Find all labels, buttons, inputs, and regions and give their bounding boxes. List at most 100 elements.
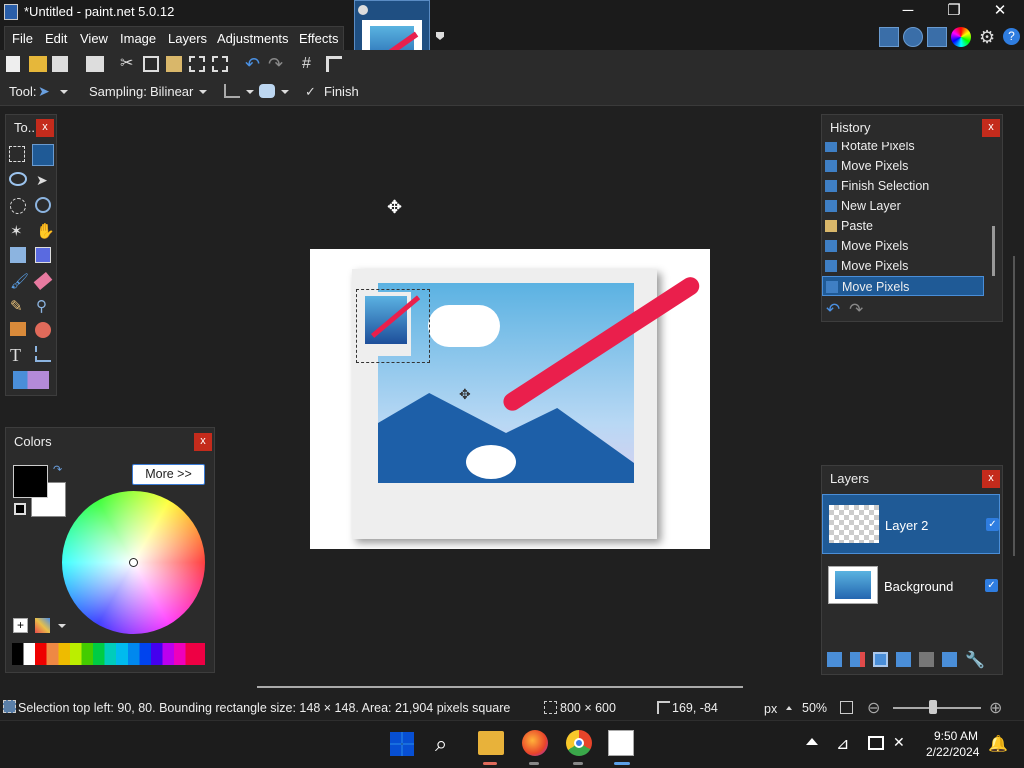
merge-layer-down-icon[interactable] [896, 652, 911, 667]
redo-icon[interactable]: ↷ [268, 55, 286, 73]
colors-panel-close-button[interactable]: x [194, 433, 212, 451]
lasso-select-tool-icon[interactable] [9, 172, 27, 186]
print-icon[interactable] [86, 56, 104, 72]
layer-visibility-checkbox[interactable]: ✓ [986, 518, 999, 531]
move-handle-icon[interactable]: ✥ [459, 387, 473, 401]
antialiasing-dropdown-icon[interactable] [246, 90, 254, 94]
new-file-icon[interactable] [6, 56, 20, 72]
pan-tool-icon[interactable]: ✋ [36, 222, 55, 240]
paint-net-taskbar-icon[interactable] [608, 730, 634, 756]
help-icon[interactable]: ? [1003, 28, 1020, 45]
clock-time[interactable]: 9:50 AM [934, 729, 978, 743]
history-undo-icon[interactable]: ↶ [826, 300, 840, 320]
notifications-bell-icon[interactable]: 🔔 [988, 734, 1008, 754]
move-selection-tool-icon[interactable]: ➤ [36, 172, 54, 190]
zoom-out-icon[interactable]: ⊖ [867, 698, 880, 718]
blend-mode-icon[interactable] [259, 84, 275, 98]
clock-date[interactable]: 2/22/2024 [926, 745, 979, 759]
delete-layer-icon[interactable] [850, 652, 865, 667]
zoom-in-icon[interactable]: ⊕ [989, 698, 1002, 718]
zoom-to-window-icon[interactable] [840, 701, 853, 714]
layer-row-background[interactable]: Background ✓ [822, 556, 1000, 616]
history-panel-close-button[interactable]: x [982, 119, 1000, 137]
image-canvas[interactable]: ✥ [310, 249, 710, 549]
history-item[interactable]: Move Pixels [822, 236, 984, 256]
zoom-slider-thumb[interactable] [929, 700, 937, 714]
primary-color-swatch[interactable] [13, 465, 48, 498]
pencil-tool-icon[interactable]: ✎ [10, 297, 28, 315]
shapes-tool-icon[interactable] [13, 371, 49, 389]
maximize-button[interactable]: ❐ [931, 0, 977, 24]
duplicate-layer-icon[interactable] [873, 652, 888, 667]
menu-effects[interactable]: Effects [299, 31, 339, 46]
file-explorer-icon[interactable] [478, 731, 504, 755]
recolor-tool-icon[interactable] [35, 322, 51, 338]
save-file-icon[interactable] [52, 56, 68, 72]
grid-icon[interactable]: # [302, 56, 320, 72]
zoom-level[interactable]: 50% [802, 701, 827, 715]
history-item[interactable]: Move Pixels [822, 256, 984, 276]
text-tool-icon[interactable]: T [10, 345, 28, 365]
menu-edit[interactable]: Edit [45, 31, 67, 46]
layer-row-layer-2[interactable]: Layer 2 ✓ [822, 494, 1000, 554]
finish-button[interactable]: Finish [324, 84, 359, 99]
display-icon[interactable] [868, 736, 884, 750]
firefox-icon[interactable] [522, 730, 548, 756]
tools-toggle-icon[interactable] [879, 27, 899, 47]
history-item[interactable]: Paste [822, 216, 984, 236]
deselect-icon[interactable] [212, 56, 228, 72]
history-item[interactable]: New Layer [822, 196, 984, 216]
palette-dropdown-icon[interactable] [58, 624, 66, 628]
paintbrush-tool-icon[interactable]: 🖌 [10, 272, 29, 290]
history-item-selected[interactable]: Move Pixels [822, 276, 984, 296]
rectangle-select-tool-icon[interactable] [9, 146, 25, 162]
blend-mode-dropdown-icon[interactable] [281, 90, 289, 94]
zoom-slider-track[interactable] [893, 707, 981, 709]
close-button[interactable]: ✕ [977, 0, 1023, 24]
cut-icon[interactable]: ✂ [120, 56, 138, 72]
history-item[interactable]: Rotate Pixels [822, 142, 984, 156]
units-selector[interactable]: px [764, 702, 777, 716]
move-selected-pixels-tool-icon[interactable] [32, 144, 54, 166]
menu-image[interactable]: Image [120, 31, 156, 46]
ruler-icon[interactable] [326, 56, 342, 72]
layers-panel-close-button[interactable]: x [982, 470, 1000, 488]
color-palette[interactable] [12, 643, 205, 665]
menu-view[interactable]: View [80, 31, 108, 46]
zoom-tool-icon[interactable] [35, 197, 51, 213]
gradient-tool-icon[interactable] [35, 247, 51, 263]
magic-wand-tool-icon[interactable]: ✶ [10, 222, 28, 240]
vertical-scrollbar[interactable] [1013, 256, 1015, 556]
add-layer-icon[interactable] [827, 652, 842, 667]
more-colors-button[interactable]: More >> [132, 464, 205, 485]
paint-bucket-tool-icon[interactable] [10, 247, 26, 263]
history-redo-icon[interactable]: ↷ [849, 300, 863, 320]
tool-dropdown-icon[interactable] [60, 90, 68, 94]
show-hidden-icons-chevron-icon[interactable] [806, 738, 818, 745]
undo-icon[interactable]: ↶ [245, 55, 263, 73]
add-palette-color-icon[interactable]: + [13, 618, 28, 633]
copy-icon[interactable] [143, 56, 159, 72]
selection-box[interactable] [356, 289, 430, 363]
start-windows-icon[interactable] [390, 732, 414, 756]
sampling-dropdown[interactable]: Bilinear [150, 84, 193, 99]
open-file-icon[interactable] [29, 56, 47, 72]
colors-toggle-icon[interactable] [951, 27, 971, 47]
reset-colors-icon[interactable] [14, 503, 26, 515]
antialiasing-icon[interactable] [224, 84, 240, 98]
history-item[interactable]: Move Pixels [822, 156, 984, 176]
sampling-dropdown-icon[interactable] [199, 90, 207, 94]
swap-colors-icon[interactable]: ↷ [53, 465, 63, 476]
color-wheel-cursor[interactable] [129, 558, 138, 567]
volume-muted-icon[interactable]: ✕ [893, 734, 905, 751]
settings-gear-icon[interactable]: ⚙ [979, 28, 997, 46]
move-selected-tool-icon[interactable]: ➤ [38, 84, 52, 98]
history-item[interactable]: Finish Selection [822, 176, 984, 196]
menu-adjustments[interactable]: Adjustments [217, 31, 289, 46]
network-icon[interactable]: ⊿ [836, 734, 849, 754]
search-icon[interactable]: ⌕ [435, 730, 463, 758]
palette-menu-icon[interactable] [35, 618, 50, 633]
units-dropdown-icon[interactable] [786, 706, 792, 710]
clone-stamp-tool-icon[interactable] [10, 322, 26, 336]
menu-file[interactable]: File [12, 31, 33, 46]
